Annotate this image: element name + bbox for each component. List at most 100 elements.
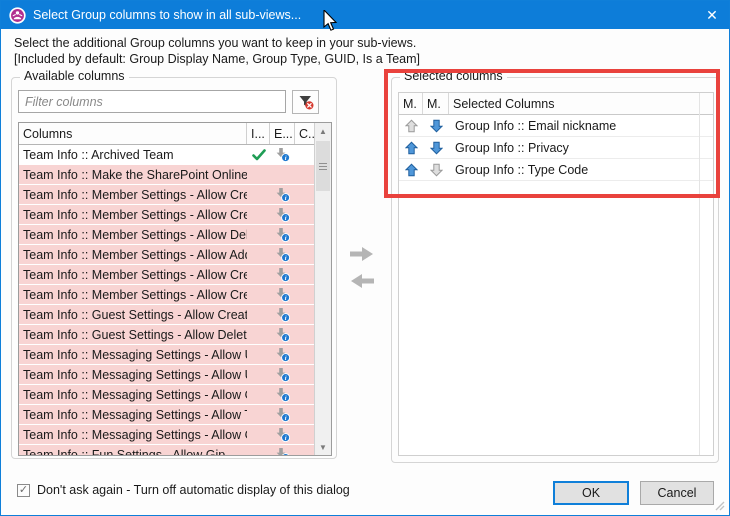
extra-cell: i	[270, 247, 295, 262]
clear-filter-button[interactable]	[292, 90, 319, 114]
filter-clear-icon	[298, 94, 314, 110]
column-label: Team Info :: Make the SharePoint Online …	[19, 168, 247, 182]
extra-cell: i	[270, 427, 295, 442]
dont-ask-row: ✓ Don't ask again - Turn off automatic d…	[17, 483, 350, 497]
selected-column-row[interactable]: Group Info :: Privacy	[399, 137, 713, 159]
header-columns[interactable]: Columns	[19, 123, 247, 144]
header-move-down[interactable]: M.	[423, 93, 449, 114]
svg-text:i: i	[285, 255, 287, 262]
info-badge-icon: i	[275, 387, 290, 402]
move-down-icon[interactable]	[430, 141, 443, 155]
check-icon	[252, 149, 266, 161]
info-badge-icon: i	[275, 447, 290, 455]
scroll-up-icon[interactable]: ▲	[315, 123, 331, 139]
filter-columns-input[interactable]	[18, 90, 286, 113]
available-column-row[interactable]: Team Info :: Member Settings - Allow Cre…	[19, 265, 314, 285]
extra-cell: i	[270, 327, 295, 342]
included-cell	[247, 149, 270, 161]
move-up-icon[interactable]	[405, 163, 418, 177]
column-label: Team Info :: Messaging Settings - Allow …	[19, 368, 247, 382]
available-column-row[interactable]: Team Info :: Messaging Settings - Allow …	[19, 365, 314, 385]
info-badge-icon: i	[275, 187, 290, 202]
available-column-row[interactable]: Team Info :: Messaging Settings - Allow …	[19, 425, 314, 445]
info-badge-icon: i	[275, 407, 290, 422]
extra-cell: i	[270, 207, 295, 222]
available-column-row[interactable]: Team Info :: Archived Teami	[19, 145, 314, 165]
intro-text: Select the additional Group columns you …	[14, 35, 420, 67]
column-label: Team Info :: Archived Team	[19, 148, 247, 162]
selected-column-row[interactable]: Group Info :: Type Code	[399, 159, 713, 181]
svg-text:i: i	[285, 415, 287, 422]
column-label: Team Info :: Member Settings - Allow Cre…	[19, 288, 247, 302]
info-badge-icon: i	[275, 307, 290, 322]
header-custom[interactable]: C..	[295, 123, 314, 144]
intro-line-1: Select the additional Group columns you …	[14, 35, 420, 51]
extra-cell: i	[270, 367, 295, 382]
extra-cell: i	[270, 407, 295, 422]
available-column-row[interactable]: Team Info :: Messaging Settings - Allow …	[19, 345, 314, 365]
available-column-row[interactable]: Team Info :: Guest Settings - Allow Dele…	[19, 325, 314, 345]
info-badge-icon: i	[275, 227, 290, 242]
move-up-cell[interactable]	[399, 163, 423, 177]
available-column-row[interactable]: Team Info :: Member Settings - Allow Cre…	[19, 185, 314, 205]
dont-ask-checkbox[interactable]: ✓	[17, 484, 30, 497]
dont-ask-label: Don't ask again - Turn off automatic dis…	[37, 483, 350, 497]
header-extra[interactable]: E...	[270, 123, 295, 144]
available-column-row[interactable]: Team Info :: Messaging Settings - Allow …	[19, 385, 314, 405]
move-up-icon[interactable]	[405, 141, 418, 155]
move-right-button[interactable]	[346, 244, 378, 264]
move-down-icon[interactable]	[430, 163, 443, 177]
move-down-cell[interactable]	[423, 141, 449, 155]
info-badge-icon: i	[275, 327, 290, 342]
move-up-icon[interactable]	[405, 119, 418, 133]
scroll-down-icon[interactable]: ▼	[315, 439, 331, 455]
svg-text:i: i	[285, 155, 287, 162]
info-badge-icon: i	[275, 247, 290, 262]
info-badge-icon: i	[275, 367, 290, 382]
scrollbar-thumb[interactable]	[316, 141, 330, 191]
cancel-button[interactable]: Cancel	[640, 481, 714, 505]
column-label: Team Info :: Guest Settings - Allow Dele…	[19, 328, 247, 342]
selected-rows: Group Info :: Email nicknameGroup Info :…	[399, 115, 713, 181]
move-down-icon[interactable]	[430, 119, 443, 133]
available-column-row[interactable]: Team Info :: Guest Settings - Allow Crea…	[19, 305, 314, 325]
column-label: Team Info :: Member Settings - Allow Cre…	[19, 208, 247, 222]
vertical-scrollbar[interactable]: ▲ ▼	[314, 123, 331, 455]
extra-cell: i	[270, 387, 295, 402]
ok-button[interactable]: OK	[553, 481, 629, 505]
move-down-cell[interactable]	[423, 163, 449, 177]
svg-text:i: i	[285, 395, 287, 402]
extra-cell: i	[270, 347, 295, 362]
available-column-row[interactable]: Team Info :: Make the SharePoint Online …	[19, 165, 314, 185]
svg-text:i: i	[285, 315, 287, 322]
svg-text:i: i	[285, 195, 287, 202]
dialog-select-group-columns: Select Group columns to show in all sub-…	[0, 0, 730, 516]
move-left-button[interactable]	[346, 271, 378, 291]
move-down-cell[interactable]	[423, 119, 449, 133]
selected-column-label: Group Info :: Privacy	[449, 141, 713, 155]
close-button[interactable]: ✕	[695, 1, 729, 29]
header-move-up[interactable]: M.	[399, 93, 423, 114]
header-included[interactable]: I...	[247, 123, 270, 144]
column-label: Team Info :: Guest Settings - Allow Crea…	[19, 308, 247, 322]
available-columns-group: Available columns Columns I... E... C.. …	[11, 77, 337, 459]
available-column-row[interactable]: Team Info :: Member Settings - Allow Add…	[19, 245, 314, 265]
info-badge-icon: i	[275, 267, 290, 282]
svg-text:i: i	[285, 275, 287, 282]
info-badge-icon: i	[275, 347, 290, 362]
move-up-cell[interactable]	[399, 141, 423, 155]
available-columns-table: Columns I... E... C.. Team Info :: Archi…	[18, 122, 332, 456]
selected-table-header: M. M. Selected Columns	[399, 93, 713, 115]
extra-cell: i	[270, 307, 295, 322]
resize-grip[interactable]	[714, 500, 726, 512]
move-up-cell[interactable]	[399, 119, 423, 133]
available-column-row[interactable]: Team Info :: Member Settings - Allow Cre…	[19, 205, 314, 225]
available-column-row[interactable]: Team Info :: Messaging Settings - Allow …	[19, 405, 314, 425]
selected-column-row[interactable]: Group Info :: Email nickname	[399, 115, 713, 137]
column-label: Team Info :: Member Settings - Allow Cre…	[19, 268, 247, 282]
header-selected-columns[interactable]: Selected Columns	[449, 93, 700, 114]
available-column-row[interactable]: Team Info :: Fun Settings - Allow Gipi	[19, 445, 314, 455]
available-column-row[interactable]: Team Info :: Member Settings - Allow Del…	[19, 225, 314, 245]
extra-cell: i	[270, 147, 295, 162]
available-column-row[interactable]: Team Info :: Member Settings - Allow Cre…	[19, 285, 314, 305]
